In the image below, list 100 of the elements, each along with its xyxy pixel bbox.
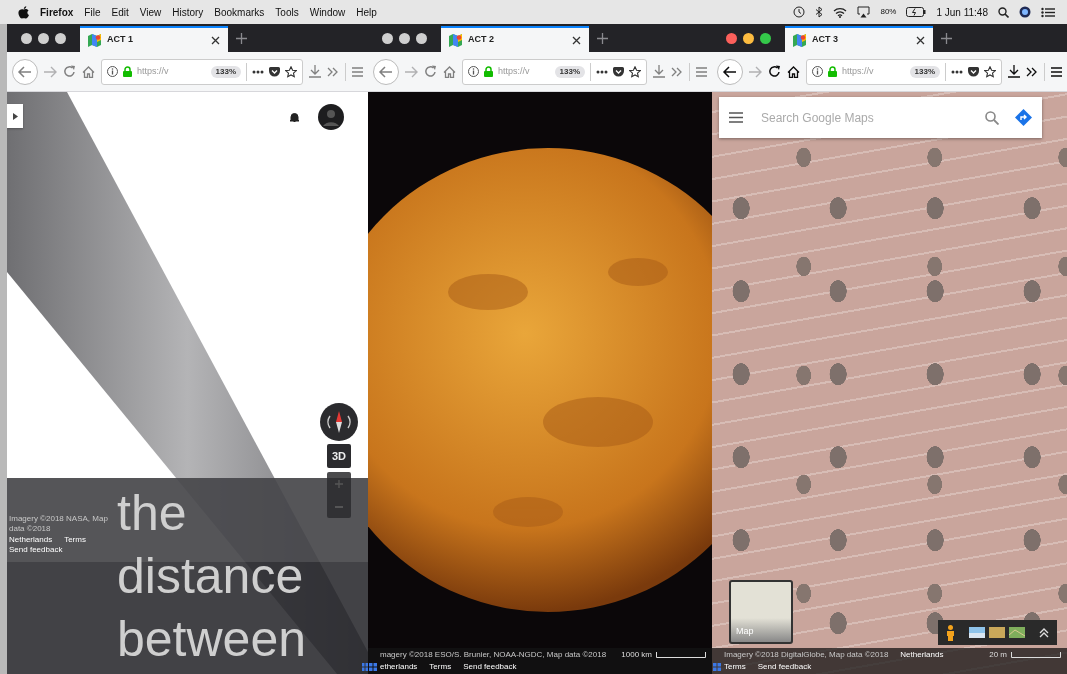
new-tab-icon[interactable] — [941, 33, 952, 44]
layer-thumbnail[interactable] — [969, 627, 985, 638]
zoom-level-button[interactable]: 133% — [909, 65, 940, 78]
footer-link[interactable]: Terms — [724, 661, 746, 673]
new-tab-icon[interactable] — [236, 33, 247, 44]
more-actions-icon[interactable] — [252, 69, 264, 74]
footer-link[interactable]: Send feedback — [463, 661, 517, 673]
lock-icon — [123, 66, 132, 77]
avatar-circle[interactable] — [318, 104, 344, 130]
info-icon — [107, 66, 118, 77]
pocket-icon[interactable] — [613, 66, 624, 77]
side-panel-toggle[interactable] — [7, 104, 23, 128]
notification-list-icon[interactable] — [1041, 6, 1055, 18]
close-window-button[interactable] — [21, 32, 32, 44]
search-bar[interactable]: Search Google Maps — [719, 97, 1042, 138]
info-icon — [468, 66, 479, 77]
wifi-icon[interactable] — [833, 6, 848, 18]
map-icon — [88, 33, 101, 47]
zoom-level-button[interactable]: 133% — [554, 65, 585, 78]
menu-item[interactable]: Tools — [275, 4, 299, 20]
menu-item[interactable]: View — [139, 4, 162, 20]
close-tab-icon[interactable] — [916, 35, 925, 45]
minimize-window-button[interactable] — [743, 32, 754, 44]
layer-thumbnail[interactable] — [1009, 627, 1025, 638]
lock-icon — [828, 66, 837, 77]
footer-link[interactable]: etherlands — [380, 661, 418, 673]
menu-icon[interactable] — [1051, 66, 1062, 77]
scale-label: 1000 km — [621, 649, 652, 661]
compass-button[interactable] — [320, 403, 358, 441]
overlay-heading-line: the — [117, 484, 188, 543]
map-icon — [449, 33, 462, 47]
footer-link[interactable]: Send feedback — [757, 661, 812, 673]
zoom-level-button[interactable]: 133% — [210, 65, 241, 78]
footer-link[interactable]: Terms — [429, 661, 452, 673]
apple-logo-icon[interactable] — [18, 5, 29, 19]
footer-link[interactable]: Netherlands — [900, 649, 944, 661]
chevron-icon[interactable] — [1026, 66, 1038, 77]
attribution-text: Imagery ©2018 DigitalGlobe, Map data ©2018 — [724, 649, 889, 661]
close-tab-icon[interactable] — [572, 35, 581, 45]
zoom-window-button[interactable] — [55, 32, 66, 44]
time-machine-icon[interactable] — [793, 6, 806, 18]
grid-icon[interactable] — [362, 663, 368, 671]
map-icon — [793, 33, 806, 47]
minimize-window-button[interactable] — [38, 32, 49, 44]
reload-button[interactable] — [768, 65, 781, 78]
zoom-window-button[interactable] — [760, 32, 771, 44]
menu-item[interactable]: Edit — [111, 4, 129, 20]
minimize-window-button[interactable] — [399, 32, 410, 44]
bell-icon[interactable] — [290, 112, 299, 122]
menu-icon[interactable] — [729, 112, 743, 123]
footer-link[interactable]: Netherlands — [9, 534, 53, 546]
address-bar[interactable]: https://v 133% — [462, 58, 647, 85]
menu-item[interactable]: File — [84, 4, 101, 20]
download-icon[interactable] — [1008, 65, 1020, 78]
info-icon — [812, 66, 823, 77]
lock-icon — [484, 66, 493, 77]
overlay-heading-line: between — [117, 610, 307, 669]
menu-item[interactable]: Help — [356, 4, 377, 20]
pocket-icon[interactable] — [269, 66, 280, 77]
battery-percentage: 80% — [880, 6, 897, 18]
more-actions-icon[interactable] — [596, 69, 608, 74]
battery-icon[interactable] — [906, 7, 927, 17]
close-tab-icon[interactable] — [211, 35, 220, 45]
back-button[interactable] — [717, 58, 743, 85]
attribution-text: Imagery ©2018 NASA, Map data ©2018 — [9, 514, 109, 535]
clock[interactable]: 1 Jun 11:48 — [936, 4, 988, 20]
scale-label: 20 m — [989, 649, 1007, 661]
search-icon[interactable] — [998, 6, 1009, 18]
pegman-icon[interactable] — [946, 624, 955, 641]
browser-tab[interactable]: ACT 1 — [80, 26, 228, 52]
address-bar[interactable]: https://v 133% — [101, 58, 303, 85]
more-actions-icon[interactable] — [951, 69, 963, 74]
app-menu[interactable]: Firefox — [40, 4, 74, 20]
bluetooth-icon[interactable] — [815, 6, 824, 18]
browser-tab[interactable]: ACT 2 — [441, 26, 589, 52]
footer-link[interactable]: Send feedback — [9, 545, 63, 556]
menu-item[interactable]: Window — [309, 4, 346, 20]
star-icon[interactable] — [629, 65, 641, 78]
layer-thumbnail[interactable] — [989, 627, 1005, 638]
airplay-icon[interactable] — [857, 6, 871, 18]
star-icon[interactable] — [984, 65, 996, 78]
menu-item[interactable]: Bookmarks — [214, 4, 265, 20]
address-bar[interactable]: https://v 133% — [806, 58, 1002, 85]
grid-icon[interactable] — [369, 663, 377, 671]
scale-bar — [656, 652, 706, 658]
zoom-window-button[interactable] — [416, 32, 427, 44]
browser-tab[interactable]: ACT 3 — [785, 26, 933, 52]
close-window-button[interactable] — [726, 32, 737, 44]
siri-icon[interactable] — [1019, 6, 1031, 18]
3d-view-button[interactable]: 3D — [327, 444, 351, 468]
scale-bar — [1011, 652, 1061, 658]
home-button[interactable] — [787, 65, 800, 78]
directions-icon[interactable] — [1015, 109, 1032, 126]
star-icon[interactable] — [285, 65, 297, 78]
close-window-button[interactable] — [382, 32, 393, 44]
pocket-icon[interactable] — [968, 66, 979, 77]
footer-link[interactable]: Terms — [64, 534, 86, 546]
expand-icon[interactable] — [1039, 627, 1049, 638]
new-tab-icon[interactable] — [597, 33, 608, 44]
menu-item[interactable]: History — [172, 4, 204, 20]
